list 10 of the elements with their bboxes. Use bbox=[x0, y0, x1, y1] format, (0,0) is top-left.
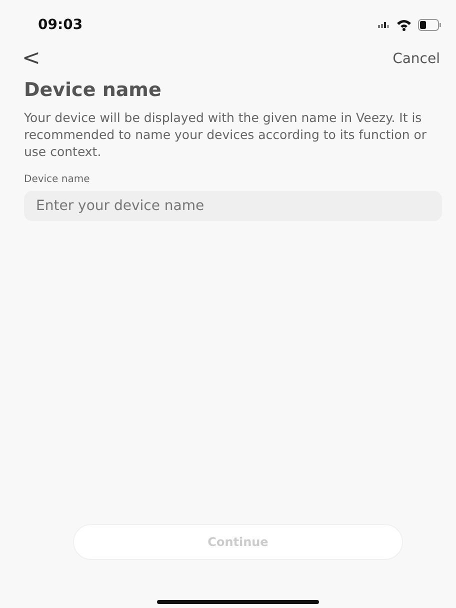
field-label: Device name bbox=[24, 174, 90, 185]
cancel-button[interactable]: Cancel bbox=[392, 50, 442, 66]
status-time: 09:03 bbox=[38, 17, 83, 33]
back-button[interactable]: < bbox=[22, 46, 40, 71]
battery-icon bbox=[418, 19, 442, 31]
description-text: Your device will be displayed with the given name in Veezy. It is recommended to name your devices according to its function or use context. bbox=[24, 109, 428, 160]
page-title: Device name bbox=[24, 79, 162, 101]
device-name-field[interactable]: Enter your device name bbox=[24, 191, 442, 221]
wifi-icon bbox=[396, 19, 412, 31]
signal-icon bbox=[378, 22, 390, 28]
